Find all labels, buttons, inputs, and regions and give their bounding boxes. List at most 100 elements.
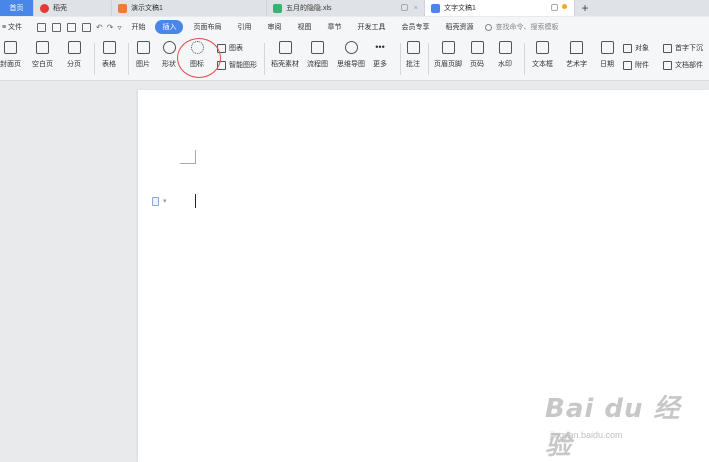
watermark-url: jingyan.baidu.com [550,430,623,440]
menu-docer-resources[interactable]: 稻壳资源 [445,22,473,32]
mindmap-label: 思维导图 [337,61,365,68]
table-button[interactable]: 表格 [102,41,116,69]
menu-member[interactable]: 会员专享 [401,22,429,32]
watermark-button[interactable]: 水印 [498,41,512,69]
page-break-label: 分页 [67,61,81,68]
menu-review[interactable]: 审阅 [267,22,281,32]
page-break-button[interactable]: 分页 [67,41,81,69]
menu-page-layout[interactable]: 页面布局 [193,22,221,32]
chart-button[interactable]: 图表 [217,43,243,53]
menu-sections[interactable]: 章节 [327,22,341,32]
tab-document[interactable]: 文字文稿1 [425,0,575,16]
watermark-label: 水印 [498,61,512,68]
tab-docer-label: 稻壳 [53,5,67,12]
export-pdf-icon[interactable] [52,22,62,32]
quick-access-toolbar: ↶ ↷ ▿ [34,22,123,32]
command-search-placeholder: 查找命令、搜索模板 [495,24,559,31]
header-footer-icon [441,41,455,54]
menu-row: ≡ 文件 ↶ ↷ ▿ 开始 插入 页面布局 引用 审阅 视图 章节 开发工具 会… [0,17,709,37]
ribbon-divider [400,43,401,75]
date-label: 日期 [600,61,614,68]
doc-parts-icon [663,60,672,70]
tab-presentation[interactable]: 演示文稿1 [112,0,267,16]
object-button[interactable]: 对象 [623,43,649,53]
cover-page-button[interactable]: 封面页 [0,41,21,69]
tab-spreadsheet-label: 五月的隐隐.xls [286,5,332,12]
ribbon-divider [524,43,525,75]
textbox-label: 文本框 [532,61,553,68]
wordart-button[interactable]: 艺术字 [566,41,587,69]
tab-docer[interactable]: 稻壳 [34,0,112,16]
search-icon [485,23,493,31]
tab-restore-icon[interactable] [401,4,408,11]
object-label: 对象 [635,45,649,52]
ribbon-divider [128,43,129,75]
page-number-button[interactable]: 页码 [470,41,484,69]
comment-label: 批注 [406,61,420,68]
cover-page-label: 封面页 [0,61,21,68]
menu-start[interactable]: 开始 [131,22,145,32]
menu-references[interactable]: 引用 [237,22,251,32]
material-button[interactable]: 稻壳素材 [271,41,299,69]
tab-restore-icon[interactable] [551,4,558,11]
doc-parts-label: 文档部件 [675,62,703,69]
textbox-button[interactable]: 文本框 [532,41,553,69]
print-icon[interactable] [67,22,77,32]
picture-button[interactable]: 图片 [136,41,150,69]
cover-page-icon [4,41,17,54]
picture-icon [136,41,150,54]
menu-developer[interactable]: 开发工具 [357,22,385,32]
menu-view[interactable]: 视图 [297,22,311,32]
page-number-label: 页码 [470,61,484,68]
table-label: 表格 [102,61,116,68]
command-search[interactable]: 查找命令、搜索模板 [485,22,558,32]
mindmap-button[interactable]: 思维导图 [337,41,365,69]
shape-icon [162,41,176,54]
blank-page-icon [36,41,49,54]
spreadsheet-icon [273,3,282,13]
new-tab-button[interactable]: + [575,0,595,16]
ribbon-divider [428,43,429,75]
picture-label: 图片 [136,61,150,68]
comment-icon [406,41,420,54]
undo-icon[interactable]: ↶ [96,23,103,32]
flowchart-button[interactable]: 流程图 [307,41,328,69]
doc-parts-button[interactable]: 文档部件 [663,60,703,70]
chart-label: 图表 [229,45,243,52]
drop-cap-button[interactable]: 首字下沉 [663,43,703,53]
more-label: 更多 [373,61,387,68]
watermark-icon [498,41,512,54]
flowchart-label: 流程图 [307,61,328,68]
wordart-icon [570,41,583,54]
header-footer-button[interactable]: 页眉页脚 [434,41,462,69]
paragraph-handle-icon[interactable] [152,197,159,206]
date-button[interactable]: 日期 [600,41,614,69]
menu-file[interactable]: ≡ 文件 [2,22,22,32]
save-icon[interactable] [37,22,47,32]
tab-bar: 首页 稻壳 演示文稿1 五月的隐隐.xls × 文字文稿1 + [0,0,709,16]
dropdown-icon[interactable]: ▿ [117,23,121,32]
blank-page-label: 空白页 [32,61,53,68]
paragraph-dropdown-icon[interactable]: ▾ [163,197,167,205]
tab-close-icon[interactable]: × [414,5,418,12]
smartart-button[interactable]: 智能图形 [217,60,257,70]
shape-button[interactable]: 形状 [162,41,176,69]
baidu-logo: Bai du 经验 [545,394,681,461]
attachment-button[interactable]: 附件 [623,60,649,70]
redo-icon[interactable]: ↷ [107,23,114,32]
tab-home[interactable]: 首页 [0,0,34,16]
docer-icon [40,3,49,13]
comment-button[interactable]: 批注 [406,41,420,69]
page-break-icon [67,41,81,54]
tab-spreadsheet[interactable]: 五月的隐隐.xls × [267,0,425,16]
textbox-icon [536,41,549,54]
drop-cap-label: 首字下沉 [675,45,703,52]
document-icon [431,3,440,13]
print-preview-icon[interactable] [82,22,92,32]
more-button[interactable]: ••• 更多 [373,41,387,69]
blank-page-button[interactable]: 空白页 [32,41,53,69]
baidu-watermark: Bai du 经验 jingyan.baidu.com [545,388,695,461]
menu-insert[interactable]: 插入 [155,20,184,34]
tab-document-label: 文字文稿1 [444,5,476,12]
attachment-label: 附件 [635,62,649,69]
